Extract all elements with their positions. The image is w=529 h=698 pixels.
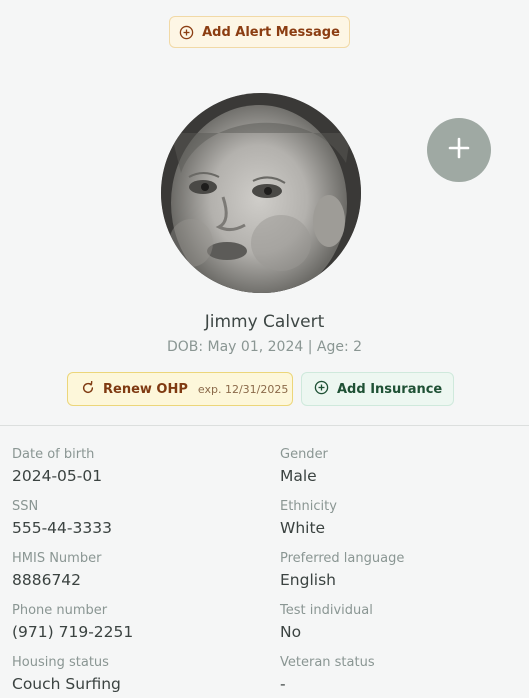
- divider: [0, 425, 529, 426]
- plus-circle-icon: [179, 25, 194, 40]
- field-gender: Gender Male: [280, 447, 517, 487]
- field-label: HMIS Number: [12, 551, 102, 566]
- field-label: Date of birth: [12, 447, 95, 462]
- field-value: 555-44-3333: [12, 519, 112, 537]
- field-value: English: [280, 571, 336, 589]
- field-ssn: SSN 555-44-3333: [12, 499, 280, 539]
- field-hmis-number: HMIS Number 8886742: [12, 551, 280, 591]
- dob-age-line: DOB: May 01, 2024 | Age: 2: [166, 339, 363, 355]
- field-value: 2024-05-01: [12, 467, 103, 485]
- field-ethnicity: Ethnicity White: [280, 499, 517, 539]
- plus-icon: [448, 137, 470, 163]
- renew-ohp-label: Renew OHP: [103, 381, 188, 397]
- add-alert-message-button[interactable]: Add Alert Message: [169, 16, 350, 48]
- refresh-icon: [81, 380, 95, 399]
- field-value: Couch Surfing: [12, 675, 121, 693]
- add-alert-message-label: Add Alert Message: [202, 24, 340, 40]
- field-label: Phone number: [12, 603, 108, 618]
- field-label: Veteran status: [280, 655, 375, 670]
- plus-circle-icon: [314, 380, 329, 399]
- field-preferred-language: Preferred language English: [280, 551, 517, 591]
- field-value: 8886742: [12, 571, 82, 589]
- field-label: Test individual: [280, 603, 373, 618]
- field-label: SSN: [12, 499, 39, 514]
- field-phone-number: Phone number (971) 719-2251: [12, 603, 280, 643]
- field-label: Housing status: [12, 655, 109, 670]
- field-veteran-status: Veteran status -: [280, 655, 517, 695]
- client-name: Jimmy Calvert: [204, 312, 325, 332]
- field-label: Ethnicity: [280, 499, 337, 514]
- add-insurance-button[interactable]: Add Insurance: [301, 372, 454, 406]
- client-details: Date of birth 2024-05-01 Gender Male SSN…: [12, 447, 517, 695]
- field-test-individual: Test individual No: [280, 603, 517, 643]
- renew-ohp-button[interactable]: Renew OHP exp. 12/31/2025: [67, 372, 293, 406]
- field-value: White: [280, 519, 326, 537]
- field-value: No: [280, 623, 302, 641]
- add-photo-button[interactable]: [427, 118, 491, 182]
- field-label: Preferred language: [280, 551, 405, 566]
- renew-ohp-expiry: exp. 12/31/2025: [197, 382, 289, 396]
- field-value: -: [280, 675, 286, 693]
- add-insurance-label: Add Insurance: [337, 381, 443, 397]
- field-date-of-birth: Date of birth 2024-05-01: [12, 447, 280, 487]
- field-label: Gender: [280, 447, 328, 462]
- avatar: [161, 93, 361, 293]
- field-housing-status: Housing status Couch Surfing: [12, 655, 280, 695]
- field-value: Male: [280, 467, 317, 485]
- field-value: (971) 719-2251: [12, 623, 134, 641]
